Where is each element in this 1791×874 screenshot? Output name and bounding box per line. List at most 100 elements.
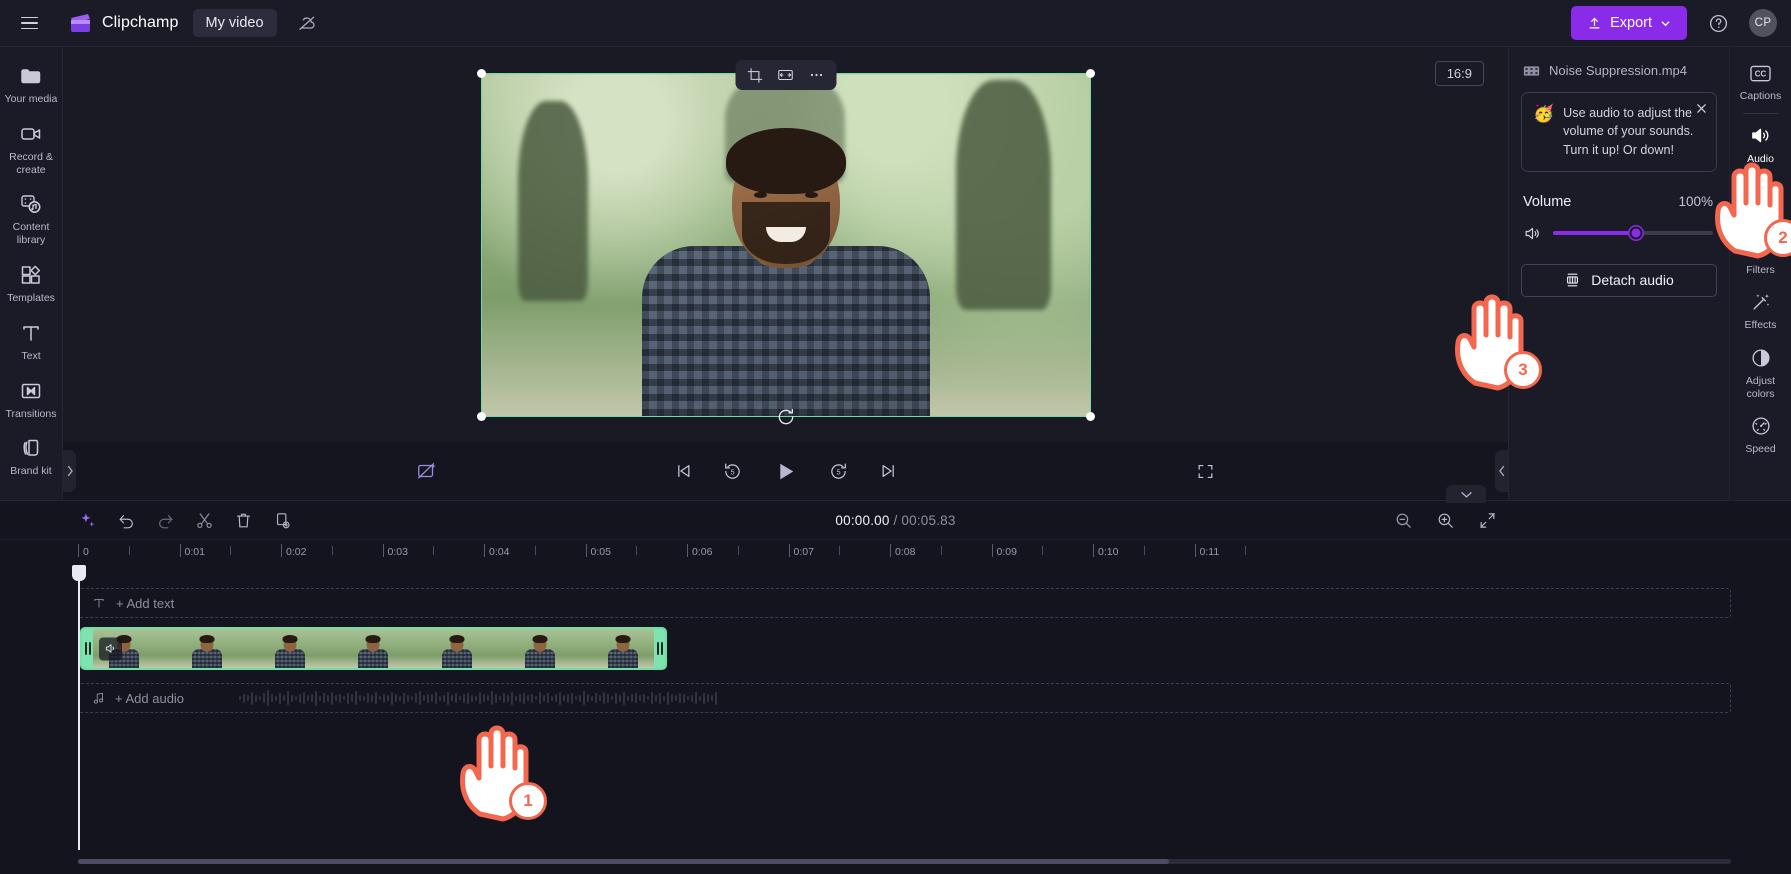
duplicate-button[interactable] <box>271 509 294 532</box>
toolrail-label: Audio <box>1747 152 1774 165</box>
fullscreen-icon[interactable] <box>1191 457 1219 485</box>
audio-waveform <box>239 684 1730 712</box>
timeline-ruler[interactable]: 0 0:01 0:02 0:03 0:04 0:05 0:06 0:07 0:08 0:09 0:1… <box>78 540 1731 565</box>
sidebar-item-text[interactable]: Text <box>1 312 62 370</box>
toolrail-item-speed[interactable]: Speed <box>1731 406 1791 462</box>
export-label: Export <box>1610 15 1652 31</box>
player-controls-bar: 5 5 <box>63 442 1508 500</box>
collapse-right-panel-button[interactable] <box>1495 450 1508 492</box>
sidebar-item-templates[interactable]: Templates <box>1 254 62 312</box>
sidebar-item-brand-kit[interactable]: Brand kit <box>1 427 62 485</box>
video-frame <box>481 73 1090 416</box>
sidebar-item-your-media[interactable]: Your media <box>1 55 62 113</box>
film-strip-icon <box>1523 64 1540 78</box>
redo-button[interactable] <box>154 509 177 532</box>
fit-timeline-button[interactable] <box>1476 509 1499 532</box>
hamburger-menu-icon[interactable] <box>12 6 46 40</box>
more-options-icon[interactable] <box>803 63 830 88</box>
timeline-horizontal-scrollbar[interactable] <box>78 859 1731 864</box>
help-circle-icon[interactable] <box>1703 8 1733 38</box>
trim-handle-right[interactable] <box>654 629 665 668</box>
play-button[interactable] <box>769 454 803 488</box>
split-button[interactable] <box>193 509 216 532</box>
sidebar-item-content-library[interactable]: Content library <box>1 183 62 254</box>
detach-audio-button[interactable]: Detach audio <box>1521 263 1717 297</box>
speaker-on-icon[interactable] <box>1523 224 1542 243</box>
app-header: Clipchamp My video Export CP <box>0 0 1791 47</box>
total-time: 00:05.83 <box>901 512 956 528</box>
ruler-tick-minor <box>940 546 942 555</box>
chevron-down-icon[interactable] <box>1446 485 1486 503</box>
volume-label: Volume <box>1523 193 1572 210</box>
collapse-left-panel-button[interactable] <box>63 450 76 492</box>
timeline-zoom-controls <box>1392 509 1499 532</box>
text-icon <box>19 321 43 345</box>
ruler-tick-minor <box>331 546 333 555</box>
toolrail-label: Effects <box>1744 319 1777 332</box>
toolrail-label: Captions <box>1739 90 1782 102</box>
sidebar-item-record-create[interactable]: Record & create <box>1 113 62 184</box>
timeline-video-clip[interactable] <box>80 627 667 670</box>
clip-filename: Noise Suppression.mp4 <box>1549 63 1688 78</box>
brand: Clipchamp <box>68 12 179 34</box>
skip-back-icon[interactable] <box>669 457 697 485</box>
crop-icon[interactable] <box>741 63 768 88</box>
zoom-out-button[interactable] <box>1392 509 1415 532</box>
export-button[interactable]: Export <box>1571 6 1687 40</box>
cloud-off-icon[interactable] <box>294 10 320 36</box>
ruler-label: 0:07 <box>793 546 814 558</box>
toolrail-item-fade[interactable]: Fade <box>1731 171 1791 227</box>
forward-5-icon[interactable]: 5 <box>825 457 853 485</box>
clip-thumbnail <box>82 629 166 668</box>
fade-icon <box>1749 179 1773 203</box>
speaker-on-icon <box>1749 124 1773 148</box>
video-subject <box>636 127 936 416</box>
sidebar-item-transitions[interactable]: Transitions <box>1 370 62 428</box>
add-text-label: + Add text <box>116 595 175 611</box>
svg-text:5: 5 <box>836 467 840 476</box>
clip-audio-toggle[interactable] <box>99 637 122 660</box>
add-audio-track[interactable]: + Add audio <box>78 683 1731 713</box>
playhead[interactable] <box>72 565 86 850</box>
ruler-tick-minor <box>1245 546 1247 555</box>
ruler-label: 0:05 <box>590 546 611 558</box>
properties-header: Noise Suppression.mp4 <box>1509 47 1729 78</box>
video-selection-wrapper[interactable] <box>476 68 1095 421</box>
skip-forward-icon[interactable] <box>875 457 903 485</box>
volume-slider[interactable] <box>1553 226 1713 240</box>
toolrail-label: Fade <box>1748 208 1773 221</box>
undo-button[interactable] <box>115 509 138 532</box>
document-title[interactable]: My video <box>192 9 277 37</box>
fit-icon[interactable] <box>772 63 799 88</box>
ruler-label: 0:10 <box>1098 546 1119 558</box>
magic-sparkle-button[interactable] <box>76 509 99 532</box>
ruler-label: 0:01 <box>184 546 205 558</box>
filters-icon <box>1749 235 1773 259</box>
user-avatar[interactable]: CP <box>1749 9 1777 37</box>
sidebar-label: Templates <box>7 291 55 304</box>
toolrail-item-adjust-colors[interactable]: Adjust colors <box>1731 338 1791 406</box>
ruler-label: 0:09 <box>996 546 1017 558</box>
ruler-tick-minor <box>534 546 536 555</box>
toolrail-label: Speed <box>1745 443 1776 456</box>
loop-icon[interactable] <box>774 405 798 429</box>
add-text-track[interactable]: + Add text <box>78 588 1731 618</box>
ruler-tick-minor <box>128 546 130 555</box>
zoom-in-button[interactable] <box>1434 509 1457 532</box>
brand-kit-icon <box>19 436 43 460</box>
toolrail-item-filters[interactable]: Filters <box>1731 227 1791 283</box>
aspect-ratio-badge[interactable]: 16:9 <box>1434 61 1484 86</box>
audio-tip-card: 🥳 Use audio to adjust the volume of your… <box>1521 92 1717 172</box>
trim-handle-left[interactable] <box>82 629 93 668</box>
ruler-tick-minor <box>1042 546 1044 555</box>
clipchamp-editor: Clipchamp My video Export CP Your media … <box>0 0 1791 874</box>
auto-captions-off-icon[interactable] <box>413 457 441 485</box>
rewind-5-icon[interactable]: 5 <box>719 457 747 485</box>
toolrail-item-audio[interactable]: Audio <box>1731 116 1791 172</box>
transitions-icon <box>19 379 43 403</box>
toolrail-item-effects[interactable]: Effects <box>1731 282 1791 338</box>
toolrail-item-captions[interactable]: CC Captions <box>1731 53 1791 109</box>
sidebar-label: Brand kit <box>10 465 52 478</box>
close-icon[interactable] <box>1693 100 1709 116</box>
delete-button[interactable] <box>232 509 255 532</box>
